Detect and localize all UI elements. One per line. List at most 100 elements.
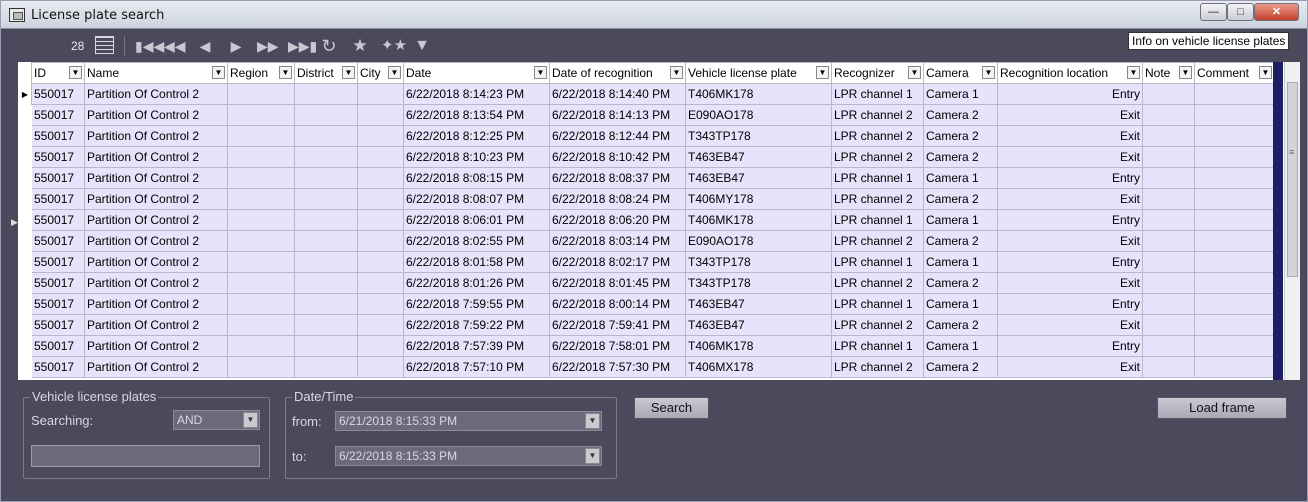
row-indicator[interactable] xyxy=(18,104,32,126)
table-row[interactable]: 550017 Partition Of Control 2 6/22/2018 8:… xyxy=(18,188,1275,210)
table-cell xyxy=(357,209,404,231)
row-indicator[interactable] xyxy=(18,230,32,252)
column-filter-dropdown-icon[interactable]: ▼ xyxy=(670,66,683,79)
table-cell xyxy=(357,146,404,168)
table-row[interactable]: 550017 Partition Of Control 2 6/22/2018 8:… xyxy=(18,209,1275,231)
title-bar[interactable]: License plate search — □ ✕ xyxy=(1,1,1307,29)
column-filter-dropdown-icon[interactable]: ▼ xyxy=(212,66,225,79)
column-header[interactable]: ID ▼ xyxy=(31,62,85,84)
to-datetime-picker[interactable]: 6/22/2018 8:15:33 PM ▼ xyxy=(335,446,602,466)
table-row[interactable]: ▶ 550017 Partition Of Control 2 6/22/2018 8… xyxy=(18,83,1275,105)
row-indicator[interactable] xyxy=(18,314,32,336)
column-filter-dropdown-icon[interactable]: ▼ xyxy=(534,66,547,79)
column-header[interactable]: Vehicle license plate ▼ xyxy=(685,62,832,84)
table-cell: Camera 1 xyxy=(923,251,998,273)
prev-icon[interactable]: ◀ xyxy=(195,37,215,55)
column-header[interactable]: Camera ▼ xyxy=(923,62,998,84)
next-icon[interactable]: ▶ xyxy=(226,37,246,55)
column-header[interactable]: District ▼ xyxy=(294,62,358,84)
column-header[interactable]: City ▼ xyxy=(357,62,404,84)
table-cell xyxy=(1194,356,1275,378)
column-header[interactable]: Region ▼ xyxy=(227,62,295,84)
column-filter-dropdown-icon[interactable]: ▼ xyxy=(816,66,829,79)
chevron-down-icon[interactable]: ▼ xyxy=(585,413,600,429)
column-header-label: Region xyxy=(230,66,269,80)
table-cell: T343TP178 xyxy=(685,251,832,273)
column-filter-dropdown-icon[interactable]: ▼ xyxy=(908,66,921,79)
row-indicator[interactable]: ▶ xyxy=(18,83,32,105)
plate-input[interactable] xyxy=(31,445,260,467)
table-cell xyxy=(357,251,404,273)
searching-select[interactable]: AND ▼ xyxy=(173,410,260,430)
row-indicator[interactable] xyxy=(18,272,32,294)
column-header[interactable]: Note ▼ xyxy=(1142,62,1195,84)
column-header-label: District xyxy=(297,66,334,80)
column-header[interactable]: Recognition location ▼ xyxy=(997,62,1143,84)
maximize-button[interactable]: □ xyxy=(1227,3,1254,21)
table-row[interactable]: 550017 Partition Of Control 2 6/22/2018 7:… xyxy=(18,335,1275,357)
column-filter-dropdown-icon[interactable]: ▼ xyxy=(388,66,401,79)
column-header[interactable]: Name ▼ xyxy=(84,62,228,84)
table-row[interactable]: 550017 Partition Of Control 2 6/22/2018 7:… xyxy=(18,293,1275,315)
column-filter-dropdown-icon[interactable]: ▼ xyxy=(1127,66,1140,79)
column-header[interactable]: Date of recognition ▼ xyxy=(549,62,686,84)
table-view-icon[interactable] xyxy=(95,36,114,54)
column-filter-dropdown-icon[interactable]: ▼ xyxy=(69,66,82,79)
table-row[interactable]: 550017 Partition Of Control 2 6/22/2018 7:… xyxy=(18,314,1275,336)
chevron-down-icon[interactable]: ▼ xyxy=(243,412,258,428)
column-filter-dropdown-icon[interactable]: ▼ xyxy=(1259,66,1272,79)
vertical-scrollbar[interactable]: ≡ xyxy=(1284,62,1300,380)
star-icon[interactable]: ★ xyxy=(350,37,370,55)
row-indicator[interactable] xyxy=(18,167,32,189)
table-row[interactable]: 550017 Partition Of Control 2 6/22/2018 7:… xyxy=(18,356,1275,378)
row-indicator[interactable] xyxy=(18,209,32,231)
table-row[interactable]: 550017 Partition Of Control 2 6/22/2018 8:… xyxy=(18,146,1275,168)
from-datetime-picker[interactable]: 6/21/2018 8:15:33 PM ▼ xyxy=(335,411,602,431)
column-filter-dropdown-icon[interactable]: ▼ xyxy=(1179,66,1192,79)
first-icon[interactable]: ▮◀◀ xyxy=(135,37,164,55)
search-button[interactable]: Search xyxy=(634,397,709,419)
table-row[interactable]: 550017 Partition Of Control 2 6/22/2018 8:… xyxy=(18,125,1275,147)
column-filter-dropdown-icon[interactable]: ▼ xyxy=(982,66,995,79)
column-header[interactable]: Recognizer ▼ xyxy=(831,62,924,84)
table-cell: Exit xyxy=(997,356,1143,378)
table-row[interactable]: 550017 Partition Of Control 2 6/22/2018 8:… xyxy=(18,251,1275,273)
table-cell: Camera 2 xyxy=(923,146,998,168)
table-row[interactable]: 550017 Partition Of Control 2 6/22/2018 8:… xyxy=(18,104,1275,126)
row-indicator[interactable] xyxy=(18,335,32,357)
table-cell: 550017 xyxy=(31,293,85,315)
minimize-button[interactable]: — xyxy=(1200,3,1227,21)
table-row[interactable]: 550017 Partition Of Control 2 6/22/2018 8:… xyxy=(18,167,1275,189)
scrollbar-thumb[interactable] xyxy=(1287,82,1298,277)
column-header[interactable]: Comment ▼ xyxy=(1194,62,1275,84)
table-cell xyxy=(357,230,404,252)
table-cell: 550017 xyxy=(31,335,85,357)
refresh-icon[interactable]: ↻ xyxy=(319,37,339,55)
tooltip: Info on vehicle license plates xyxy=(1128,32,1290,50)
row-indicator[interactable] xyxy=(18,146,32,168)
last-icon[interactable]: ▶▶▮ xyxy=(288,37,317,55)
column-filter-dropdown-icon[interactable]: ▼ xyxy=(279,66,292,79)
column-filter-dropdown-icon[interactable]: ▼ xyxy=(342,66,355,79)
table-row[interactable]: 550017 Partition Of Control 2 6/22/2018 8:… xyxy=(18,230,1275,252)
column-header[interactable]: Date ▼ xyxy=(403,62,550,84)
row-indicator[interactable] xyxy=(18,188,32,210)
chevron-down-icon[interactable]: ▼ xyxy=(585,448,600,464)
table-cell xyxy=(1194,209,1275,231)
prev-page-icon[interactable]: ◀◀ xyxy=(164,37,186,55)
row-indicator[interactable] xyxy=(18,125,32,147)
star-add-icon[interactable]: ✦★ xyxy=(381,37,407,55)
table-cell: Partition Of Control 2 xyxy=(84,104,228,126)
table-cell: 6/22/2018 8:08:37 PM xyxy=(549,167,686,189)
row-indicator[interactable] xyxy=(18,293,32,315)
load-frame-button[interactable]: Load frame xyxy=(1157,397,1287,419)
row-indicator[interactable] xyxy=(18,251,32,273)
table-cell xyxy=(294,125,358,147)
table-row[interactable]: 550017 Partition Of Control 2 6/22/2018 8:… xyxy=(18,272,1275,294)
next-page-icon[interactable]: ▶▶ xyxy=(257,37,279,55)
row-indicator[interactable] xyxy=(18,356,32,378)
close-button[interactable]: ✕ xyxy=(1254,3,1299,21)
from-datetime-value: 6/21/2018 8:15:33 PM xyxy=(339,414,458,428)
table-cell: LPR channel 1 xyxy=(831,251,924,273)
filter-icon[interactable]: ▼ xyxy=(412,37,432,55)
